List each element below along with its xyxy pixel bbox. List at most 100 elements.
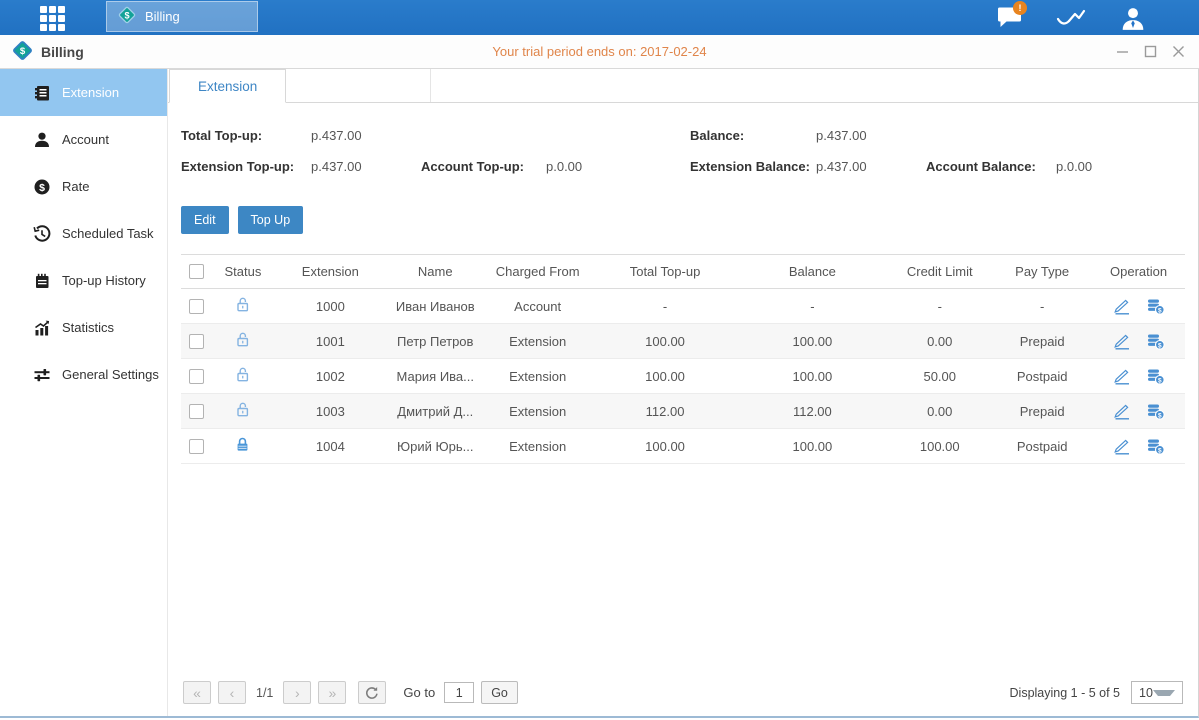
cell-credit-limit: 0.00: [887, 404, 992, 419]
tab-extension[interactable]: Extension: [169, 69, 286, 103]
row-checkbox[interactable]: [189, 299, 204, 314]
page-indicator: 1/1: [256, 686, 273, 700]
table-row: 1001 Петр Петров Extension 100.00 100.00…: [181, 324, 1185, 359]
header-total-topup: Total Top-up: [593, 264, 738, 279]
maximize-icon[interactable]: [1141, 43, 1159, 61]
cell-total-topup: -: [593, 299, 738, 314]
extension-balance-value: p.437.00: [816, 159, 926, 174]
sidebar-item-scheduled-task[interactable]: Scheduled Task: [0, 210, 167, 257]
row-checkbox[interactable]: [189, 439, 204, 454]
reports-chart-icon[interactable]: [1055, 5, 1087, 31]
topup-history-icon: [32, 271, 51, 290]
cell-total-topup: 100.00: [593, 439, 738, 454]
cell-total-topup: 100.00: [593, 369, 738, 384]
edit-button[interactable]: Edit: [181, 206, 229, 234]
sidebar-item-label: Statistics: [62, 320, 114, 335]
table-header-row: Status Extension Name Charged From Total…: [181, 254, 1185, 289]
cell-total-topup: 100.00: [593, 334, 738, 349]
edit-pencil-icon[interactable]: [1113, 368, 1131, 385]
account-balance-value: p.0.00: [1056, 159, 1185, 174]
topup-coins-icon[interactable]: $: [1146, 333, 1165, 350]
first-page-button[interactable]: «: [183, 681, 211, 704]
tab-stub: [286, 69, 431, 102]
row-checkbox[interactable]: [189, 369, 204, 384]
taskbar-item-billing[interactable]: $ Billing: [106, 1, 258, 32]
balance-value: p.437.00: [816, 128, 926, 143]
cell-extension: 1004: [273, 439, 388, 454]
unlocked-icon: [234, 366, 251, 386]
select-all-checkbox[interactable]: [189, 264, 204, 279]
sidebar-item-statistics[interactable]: Statistics: [0, 304, 167, 351]
edit-pencil-icon[interactable]: [1113, 298, 1131, 315]
prev-page-button[interactable]: ‹: [218, 681, 246, 704]
user-account-icon[interactable]: [1117, 5, 1149, 31]
edit-pencil-icon[interactable]: [1113, 403, 1131, 420]
go-button[interactable]: Go: [481, 681, 518, 704]
sidebar-item-general-settings[interactable]: General Settings: [0, 351, 167, 398]
table-row: 1000 Иван Иванов Account - - - - $: [181, 289, 1185, 324]
header-balance: Balance: [737, 264, 887, 279]
cell-balance: -: [737, 299, 887, 314]
cell-charged-from: Extension: [483, 369, 593, 384]
page-size-select[interactable]: 10: [1131, 681, 1183, 704]
svg-text:$: $: [39, 182, 45, 194]
svg-text:$: $: [124, 10, 129, 20]
close-icon[interactable]: [1169, 43, 1187, 61]
topup-coins-icon[interactable]: $: [1146, 403, 1165, 420]
header-operation: Operation: [1092, 264, 1185, 279]
account-balance-label: Account Balance:: [926, 159, 1056, 174]
row-checkbox[interactable]: [189, 404, 204, 419]
cell-name: Дмитрий Д...: [388, 404, 483, 419]
topup-coins-icon[interactable]: $: [1146, 438, 1165, 455]
billing-diamond-icon: $: [117, 5, 137, 28]
topup-coins-icon[interactable]: $: [1146, 298, 1165, 315]
cell-name: Петр Петров: [388, 334, 483, 349]
last-page-button[interactable]: »: [318, 681, 346, 704]
refresh-icon[interactable]: [358, 681, 386, 704]
window-title-bar: $ Billing Your trial period ends on: 201…: [0, 35, 1199, 69]
notifications-chat-icon[interactable]: !: [993, 5, 1025, 31]
unlocked-icon: [234, 401, 251, 421]
svg-text:$: $: [1158, 307, 1162, 314]
goto-page-input[interactable]: [444, 682, 474, 703]
apps-grid-icon[interactable]: [40, 6, 64, 30]
unlocked-icon: [234, 331, 251, 351]
sidebar-item-rate[interactable]: $ Rate: [0, 163, 167, 210]
displaying-text: Displaying 1 - 5 of 5: [1010, 686, 1120, 700]
cell-credit-limit: 100.00: [887, 439, 992, 454]
sidebar-item-label: Extension: [62, 85, 119, 100]
sidebar-item-topup-history[interactable]: Top-up History: [0, 257, 167, 304]
svg-text:$: $: [1158, 342, 1162, 349]
top-bar: $ Billing !: [0, 0, 1199, 35]
topup-button[interactable]: Top Up: [238, 206, 304, 234]
row-checkbox[interactable]: [189, 334, 204, 349]
unlocked-icon: [234, 296, 251, 316]
cell-pay-type: -: [992, 299, 1092, 314]
main-panel: Extension Total Top-up: p.437.00 Balance…: [168, 69, 1198, 716]
extension-topup-label: Extension Top-up:: [181, 159, 311, 174]
edit-pencil-icon[interactable]: [1113, 438, 1131, 455]
sidebar-item-account[interactable]: Account: [0, 116, 167, 163]
edit-pencil-icon[interactable]: [1113, 333, 1131, 350]
topup-coins-icon[interactable]: $: [1146, 368, 1165, 385]
cell-charged-from: Extension: [483, 334, 593, 349]
svg-text:$: $: [1158, 447, 1162, 454]
total-topup-value: p.437.00: [311, 128, 421, 143]
table-row: 1003 Дмитрий Д... Extension 112.00 112.0…: [181, 394, 1185, 429]
cell-balance: 100.00: [737, 439, 887, 454]
minimize-icon[interactable]: [1113, 43, 1131, 61]
sidebar-item-extension[interactable]: Extension: [0, 69, 167, 116]
notification-badge: !: [1013, 1, 1027, 15]
header-name: Name: [388, 264, 483, 279]
cell-extension: 1003: [273, 404, 388, 419]
cell-extension: 1002: [273, 369, 388, 384]
cell-balance: 100.00: [737, 369, 887, 384]
trial-notice: Your trial period ends on: 2017-02-24: [0, 44, 1199, 59]
total-topup-label: Total Top-up:: [181, 128, 311, 143]
general-settings-icon: [32, 365, 51, 384]
svg-text:$: $: [1158, 412, 1162, 419]
cell-pay-type: Prepaid: [992, 334, 1092, 349]
table-row: 1004 Юрий Юрь... Extension 100.00 100.00…: [181, 429, 1185, 464]
svg-text:$: $: [1158, 377, 1162, 384]
next-page-button[interactable]: ›: [283, 681, 311, 704]
